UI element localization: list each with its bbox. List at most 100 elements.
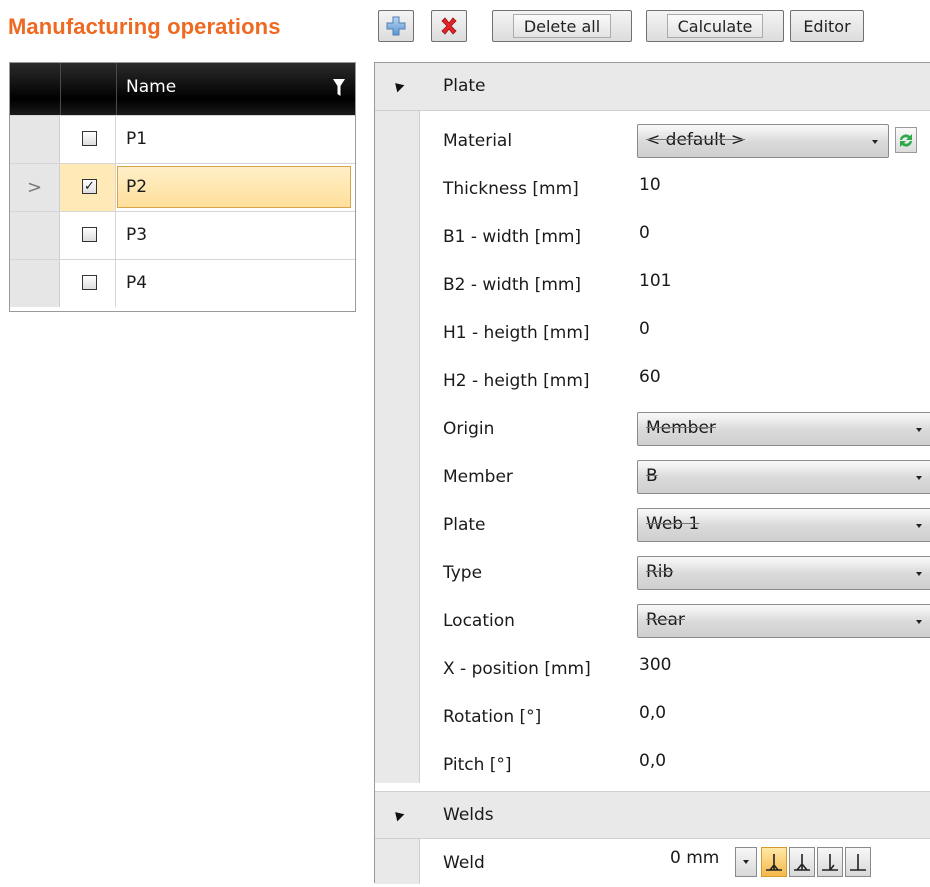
row-indicator[interactable] [10,116,60,163]
section-welds[interactable]: Welds [375,791,930,839]
collapse-triangle-icon[interactable] [391,79,405,93]
origin-value: Member [646,418,716,438]
weld-size-value[interactable]: 0 mm [670,848,719,868]
x-position-value[interactable]: 300 [639,655,671,675]
prop-label: H2 - heigth [mm] [443,371,590,391]
material-value: < default > [646,130,746,150]
prop-location: Location Rear [420,597,930,645]
rotation-value[interactable]: 0,0 [639,703,666,723]
section-title: Welds [443,805,494,825]
prop-material: Material < default > [420,117,930,165]
prop-rotation: Rotation [°] 0,0 [420,693,930,741]
prop-weld: Weld 0 mm [420,839,930,887]
row-indicator[interactable] [10,212,60,259]
origin-dropdown[interactable]: Member [637,412,930,446]
prop-label: Thickness [mm] [443,179,579,199]
member-dropdown[interactable]: B [637,460,930,494]
prop-h1-height: H1 - heigth [mm] 0 [420,309,930,357]
chevron-down-icon [916,572,922,576]
single-weld-icon [822,854,838,871]
plus-icon [386,16,406,36]
h1-value[interactable]: 0 [639,319,650,339]
table-row[interactable]: P4 [10,259,355,307]
weld-type-button[interactable] [789,847,815,877]
prop-plate: Plate Web 1 [420,501,930,549]
chevron-down-icon [916,524,922,528]
chevron-down-icon [743,860,749,864]
prop-member: Member B [420,453,930,501]
row-label: P4 [126,273,148,293]
weld-type-button[interactable] [817,847,843,877]
delete-all-label: Delete all [523,16,601,36]
page-title: Manufacturing operations [8,14,281,39]
refresh-icon [900,134,912,147]
prop-label: Origin [443,419,495,439]
weld-type-button[interactable] [761,847,787,877]
row-label: P2 [126,177,148,197]
weld-dropdown-button[interactable] [735,847,757,877]
thickness-value[interactable]: 10 [639,175,661,195]
location-dropdown[interactable]: Rear [637,604,930,638]
type-dropdown[interactable]: Rib [637,556,930,590]
add-button[interactable] [378,10,414,42]
row-indicator[interactable] [10,260,60,307]
member-value: B [646,466,658,486]
prop-label: Rotation [°] [443,707,542,727]
prop-label: Location [443,611,515,631]
prop-label: Material [443,131,513,151]
refresh-button[interactable] [895,127,917,153]
editor-button[interactable]: Editor [790,10,864,42]
selected-cell[interactable] [117,166,351,208]
plate-dropdown[interactable]: Web 1 [637,508,930,542]
plate-value: Web 1 [646,514,700,534]
double-fillet-weld-icon [794,854,810,871]
b1-value[interactable]: 0 [639,223,650,243]
delete-all-button[interactable]: Delete all [492,10,632,42]
section-title: Plate [443,76,486,96]
prop-b2-width: B2 - width [mm] 101 [420,261,930,309]
operations-grid: Name P1 > ✓ P2 P3 P4 [9,62,356,312]
collapse-triangle-icon[interactable] [391,808,405,822]
prop-label: X - position [mm] [443,659,591,679]
grid-header: Name [10,63,355,115]
row-checkbox-checked[interactable]: ✓ [82,179,97,194]
row-label: P1 [126,129,148,149]
row-checkbox[interactable] [82,275,97,290]
prop-label: B1 - width [mm] [443,227,582,247]
property-gutter [375,839,420,884]
calculate-label: Calculate [677,16,753,36]
table-row[interactable]: P3 [10,211,355,259]
prop-label: Weld [443,853,485,873]
weld-type-button[interactable] [845,847,871,877]
material-dropdown[interactable]: < default > [637,124,889,158]
b2-value[interactable]: 101 [639,271,671,291]
chevron-down-icon [916,428,922,432]
row-checkbox[interactable] [82,227,97,242]
current-row-indicator[interactable]: > [10,164,60,211]
prop-label: H1 - heigth [mm] [443,323,590,343]
h2-value[interactable]: 60 [639,367,661,387]
table-row[interactable]: P1 [10,115,355,163]
column-header-name[interactable]: Name [126,77,176,97]
type-value: Rib [646,562,674,582]
prop-label: Member [443,467,513,487]
prop-label: Pitch [°] [443,755,512,775]
red-x-icon [441,17,457,35]
chevron-down-icon [872,140,878,144]
no-weld-icon [850,854,866,871]
prop-origin: Origin Member [420,405,930,453]
prop-b1-width: B1 - width [mm] 0 [420,213,930,261]
property-panel: Plate Material < default > Thickness [mm… [374,62,930,884]
filter-icon[interactable] [333,79,345,97]
prop-x-position: X - position [mm] 300 [420,645,930,693]
pitch-value[interactable]: 0,0 [639,751,666,771]
delete-button[interactable] [431,10,467,42]
calculate-button[interactable]: Calculate [646,10,784,42]
prop-label: Plate [443,515,486,535]
prop-type: Type Rib [420,549,930,597]
prop-label: B2 - width [mm] [443,275,582,295]
table-row-selected[interactable]: > ✓ P2 [10,163,355,211]
row-checkbox[interactable] [82,131,97,146]
prop-h2-height: H2 - heigth [mm] 60 [420,357,930,405]
section-plate[interactable]: Plate [375,63,930,111]
